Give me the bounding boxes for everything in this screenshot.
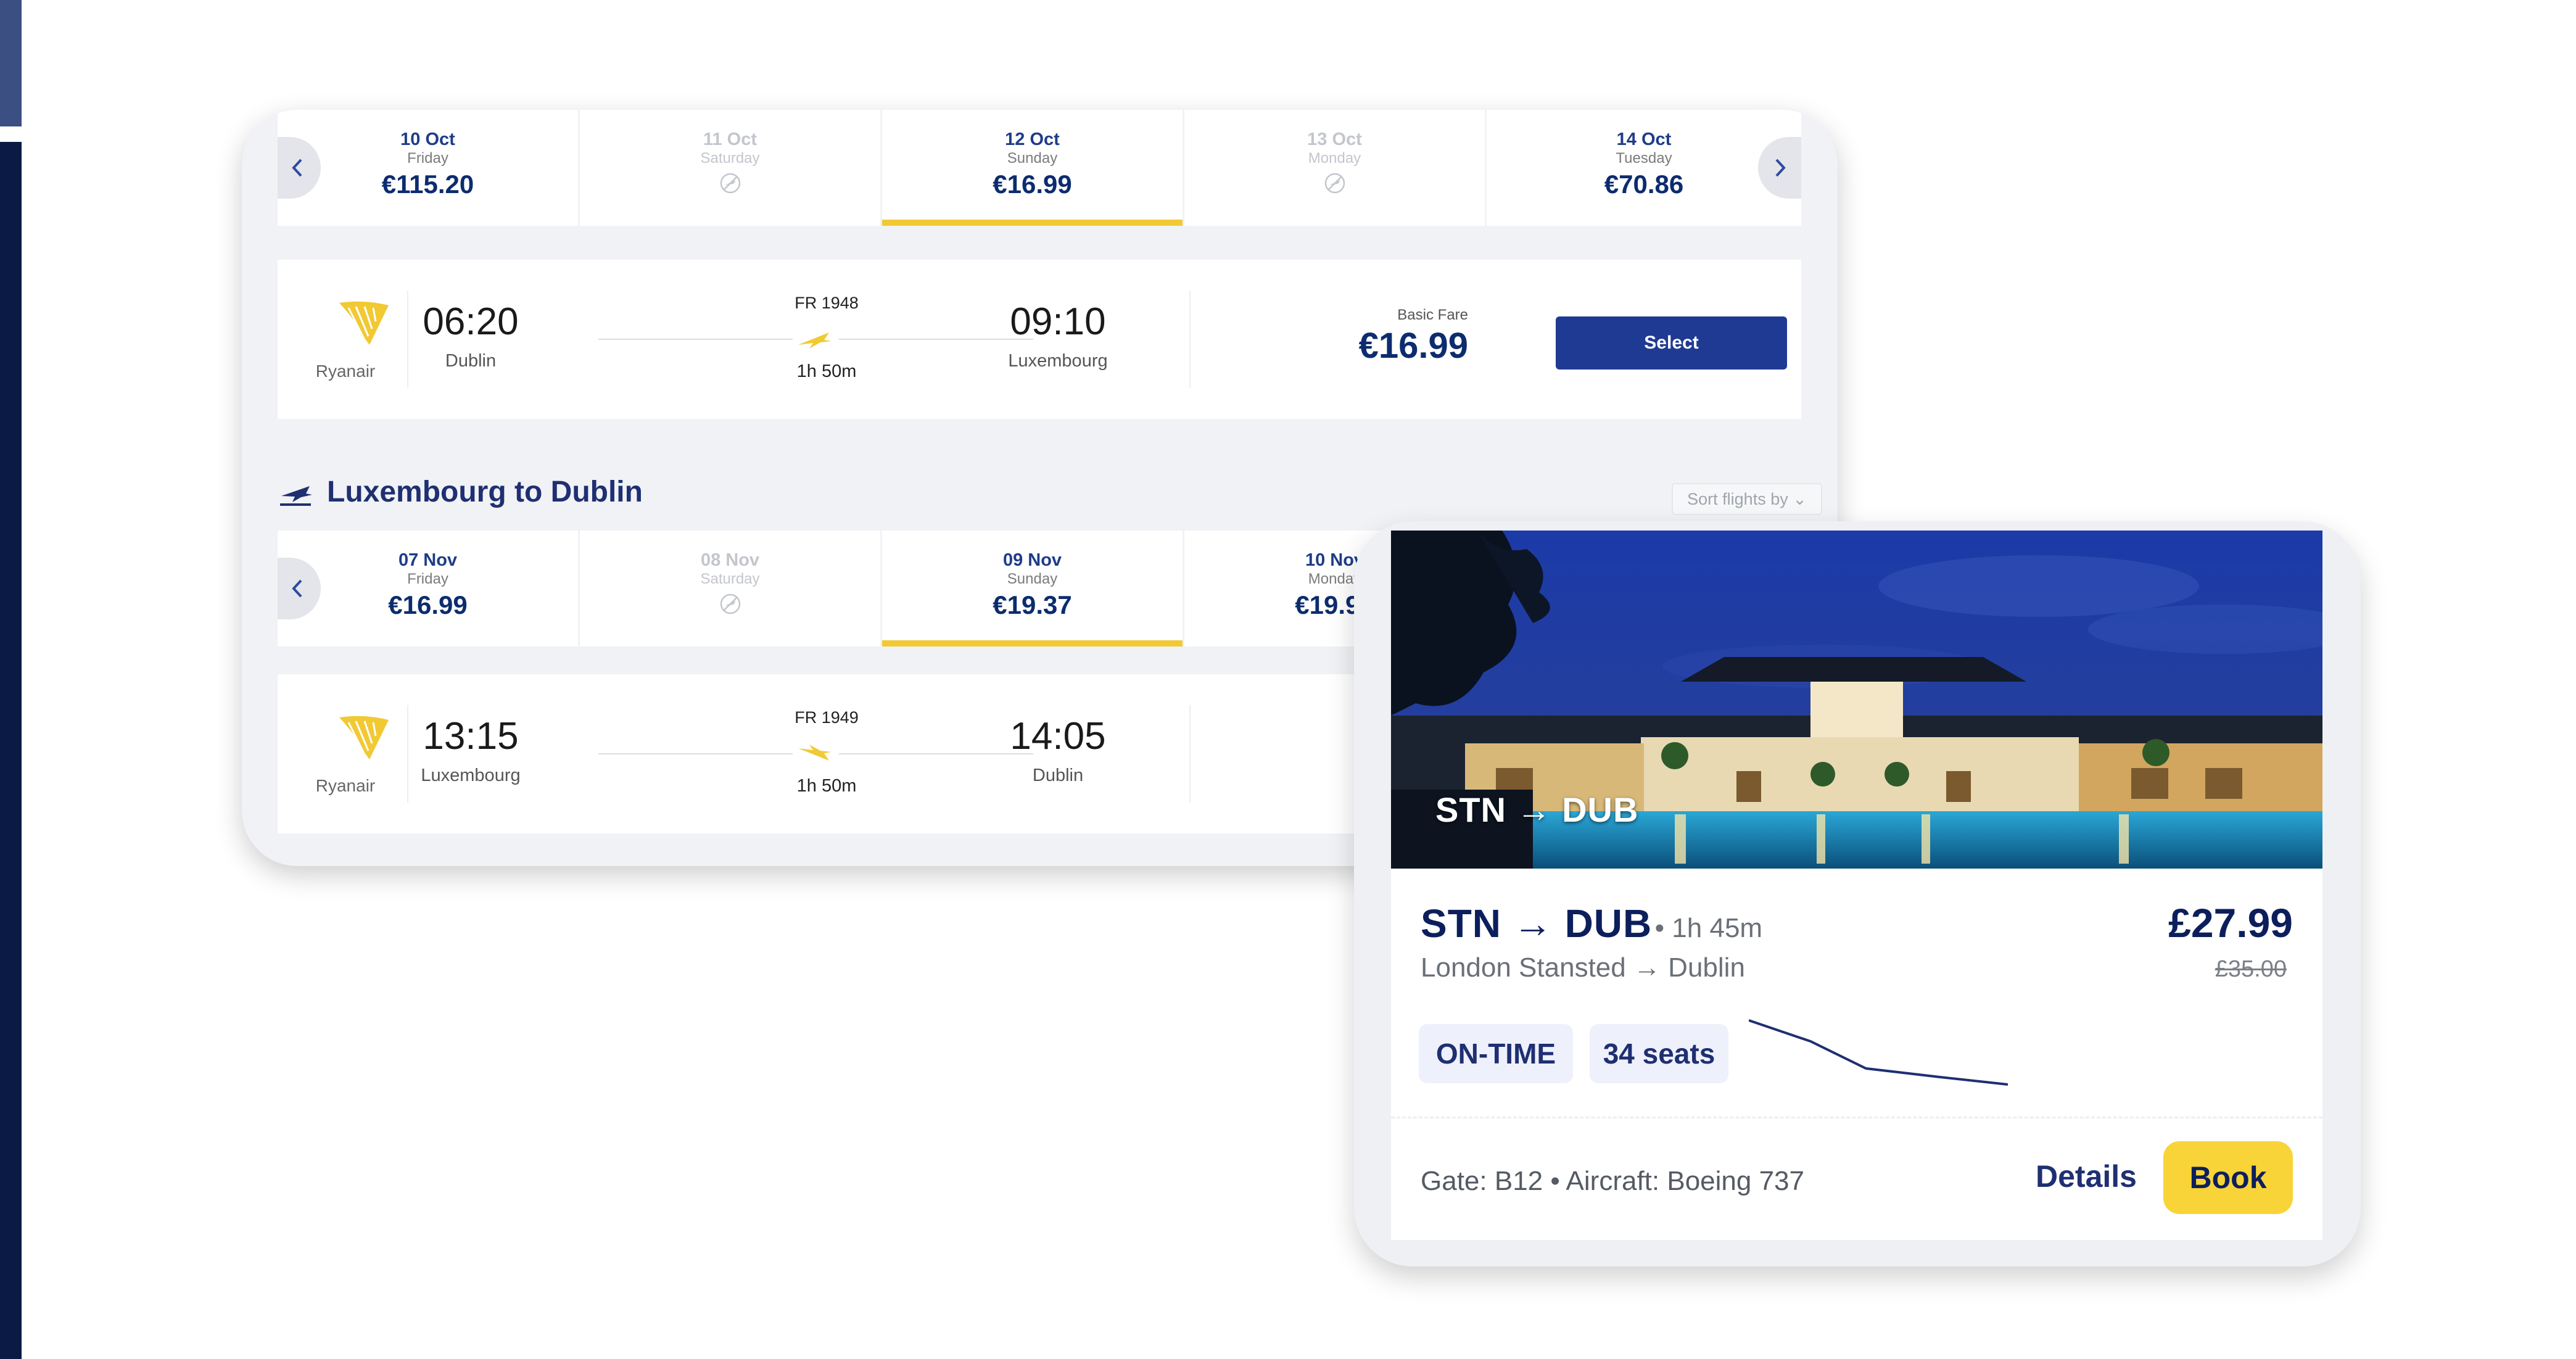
sort-label: Sort flights by	[1687, 490, 1788, 508]
return-section-title: Luxembourg to Dublin	[327, 476, 643, 508]
weekday-label: Saturday	[700, 150, 760, 167]
plane-icon	[798, 333, 832, 349]
chevron-left-icon	[292, 159, 302, 177]
sort-flights-dropdown[interactable]: Sort flights by ⌄	[1672, 483, 1822, 515]
divider	[1391, 1117, 2322, 1118]
date-tab-14-oct[interactable]: 14 Oct Tuesday €70.86	[1487, 110, 1801, 226]
depart-time: 06:20	[423, 300, 519, 343]
arrive-time: 14:05	[1010, 715, 1106, 758]
weekday-label: Monday	[1308, 150, 1361, 167]
arrive-city: Luxembourg	[1008, 351, 1108, 371]
date-tab-08-nov[interactable]: 08 Nov Saturday	[580, 531, 882, 646]
flight-duration: 1h 50m	[796, 361, 857, 381]
arrive-time: 09:10	[1010, 300, 1106, 343]
left-accent-bar	[0, 142, 22, 1359]
weekday-label: Friday	[407, 150, 448, 167]
fare-price: €16.99	[1358, 326, 1468, 366]
flight-duration: 1h 50m	[796, 776, 857, 796]
depart-city: Dublin	[445, 351, 497, 371]
weekday-label: Friday	[407, 571, 448, 587]
route-heading: STN → DUB • 1h 45m	[1421, 901, 1762, 946]
airline-name: Ryanair	[315, 361, 376, 381]
outbound-date-strip: 10 Oct Friday €115.20 11 Oct Saturday 12…	[278, 110, 1801, 226]
date-tab-09-nov[interactable]: 09 Nov Sunday €19.37	[882, 531, 1184, 646]
current-price: £27.99	[2168, 900, 2293, 946]
hero-route-tag: STN → DUB	[1435, 790, 1639, 829]
weekday-label: Saturday	[700, 571, 760, 587]
plane-takeoff-icon	[280, 486, 312, 506]
gate-aircraft-info: Gate: B12 • Aircraft: Boeing 737	[1421, 1166, 1804, 1196]
date-price: €70.86	[1604, 170, 1684, 199]
weekday-label: Sunday	[1007, 571, 1058, 587]
date-tab-12-oct[interactable]: 12 Oct Sunday €16.99	[882, 110, 1184, 226]
airline-name: Ryanair	[315, 776, 376, 795]
no-flights-icon	[1324, 173, 1345, 194]
chevron-down-icon: ⌄	[1793, 490, 1807, 508]
date-tab-13-oct[interactable]: 13 Oct Monday	[1184, 110, 1487, 226]
date-tab-11-oct[interactable]: 11 Oct Saturday	[580, 110, 882, 226]
depart-city: Luxembourg	[421, 766, 521, 785]
arrive-city: Dublin	[1032, 766, 1084, 785]
original-price: £35.00	[2215, 956, 2287, 982]
prev-dates-button[interactable]	[278, 137, 321, 199]
prev-dates-button[interactable]	[278, 558, 321, 619]
price-trend-sparkline	[1749, 1019, 2008, 1086]
plane-landing-icon	[798, 745, 832, 761]
depart-time: 13:15	[423, 715, 519, 758]
chevron-right-icon	[1775, 159, 1786, 177]
book-button[interactable]: Book	[2163, 1141, 2293, 1214]
no-flights-icon	[720, 593, 740, 614]
divider	[1189, 705, 1191, 803]
fare-type-label: Basic Fare	[1397, 307, 1468, 323]
date-price: €19.37	[993, 590, 1072, 619]
divider	[1189, 291, 1191, 388]
date-tab-10-oct[interactable]: 10 Oct Friday €115.20	[278, 110, 580, 226]
no-flights-icon	[720, 173, 740, 194]
weekday-label: Tuesday	[1616, 150, 1672, 167]
next-dates-button[interactable]	[1758, 137, 1801, 199]
flight-number: FR 1949	[795, 708, 859, 727]
featured-flight-card: STN → DUB STN → DUB • 1h 45m London Stan…	[1354, 521, 2361, 1266]
date-tab-07-nov[interactable]: 07 Nov Friday €16.99	[278, 531, 580, 646]
date-label: 10 Oct	[400, 130, 455, 149]
date-label: 12 Oct	[1005, 130, 1060, 149]
date-label: 08 Nov	[700, 550, 760, 570]
seats-badge: 34 seats	[1590, 1024, 1728, 1083]
route-line	[598, 753, 793, 754]
route-airports: London Stansted → Dublin	[1421, 952, 1745, 983]
date-price: €115.20	[381, 170, 474, 199]
on-time-badge: ON-TIME	[1419, 1024, 1573, 1083]
details-link[interactable]: Details	[2036, 1159, 2137, 1194]
date-price: €16.99	[993, 170, 1072, 199]
ryanair-harp-logo	[339, 716, 389, 759]
chevron-left-icon	[292, 579, 302, 598]
date-price: €16.99	[388, 590, 468, 619]
outbound-flight-card[interactable]: Ryanair 06:20 Dublin FR 1948 1h 50m 09:1…	[278, 260, 1801, 419]
featured-flight-card-body: STN → DUB STN → DUB • 1h 45m London Stan…	[1391, 531, 2322, 1240]
date-label: 14 Oct	[1616, 130, 1672, 149]
date-label: 09 Nov	[1002, 550, 1062, 570]
select-flight-button[interactable]: Select	[1556, 316, 1787, 370]
date-label: 13 Oct	[1307, 130, 1362, 149]
ryanair-harp-logo	[339, 301, 389, 345]
weekday-label: Sunday	[1007, 150, 1058, 167]
date-label: 11 Oct	[703, 130, 758, 149]
route-line	[598, 339, 793, 340]
date-label: 07 Nov	[398, 550, 458, 570]
route-duration: • 1h 45m	[1654, 913, 1763, 943]
route-code: STN → DUB	[1421, 901, 1653, 946]
left-accent-bar-top	[0, 0, 22, 126]
flight-number: FR 1948	[795, 294, 859, 312]
